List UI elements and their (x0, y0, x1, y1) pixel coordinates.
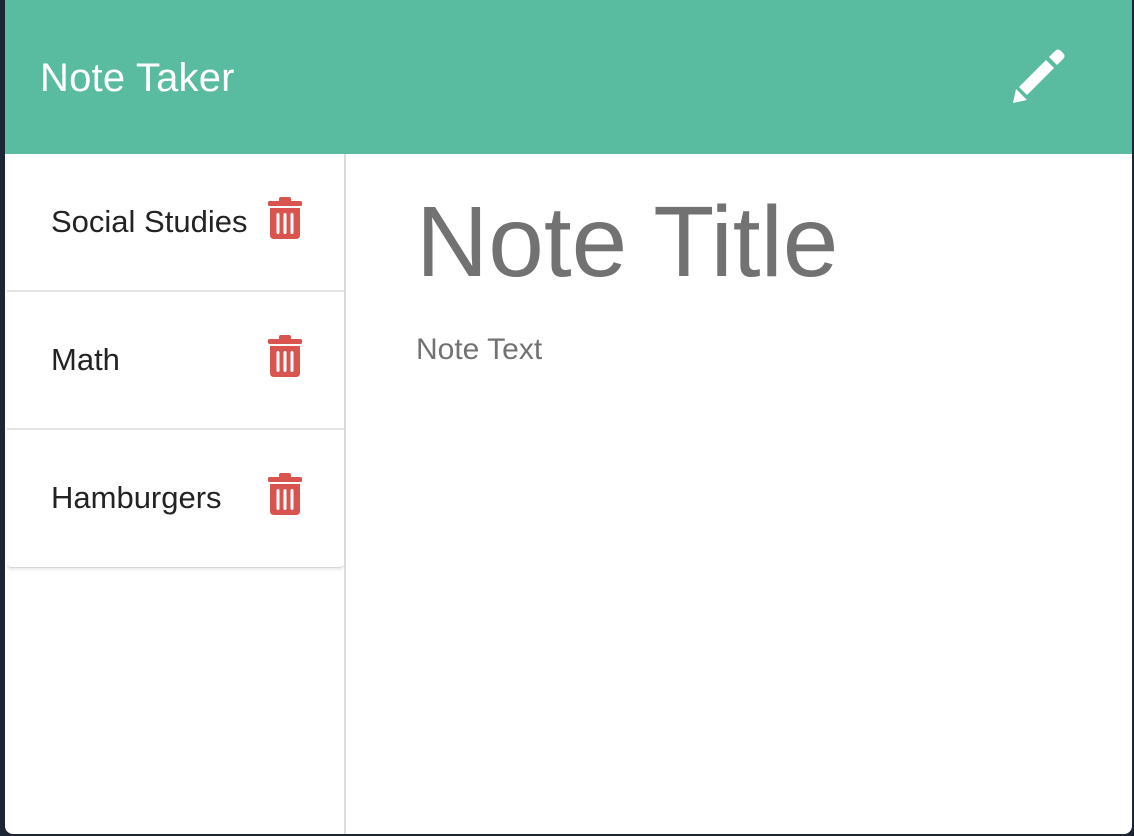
trash-icon[interactable] (267, 197, 303, 239)
list-item[interactable]: Social Studies (7, 154, 344, 292)
notes-list: Social Studies Math Hamburgers (7, 154, 344, 568)
note-editor (348, 154, 1132, 834)
note-text-input[interactable] (416, 330, 1116, 730)
note-item-title[interactable]: Math (51, 340, 120, 380)
app-brand[interactable]: Note Taker (40, 54, 235, 102)
pencil-icon[interactable] (1006, 46, 1066, 106)
navbar: Note Taker (5, 0, 1132, 154)
notes-sidebar: Social Studies Math Hamburgers (5, 154, 346, 834)
list-item[interactable]: Hamburgers (7, 430, 344, 567)
list-item[interactable]: Math (7, 292, 344, 430)
app-window: Note Taker Social Studies Math Hamburger… (5, 0, 1132, 834)
trash-icon[interactable] (267, 335, 303, 377)
note-item-title[interactable]: Hamburgers (51, 478, 222, 518)
note-title-input[interactable] (416, 182, 1106, 302)
trash-icon[interactable] (267, 473, 303, 515)
note-item-title[interactable]: Social Studies (51, 202, 247, 242)
